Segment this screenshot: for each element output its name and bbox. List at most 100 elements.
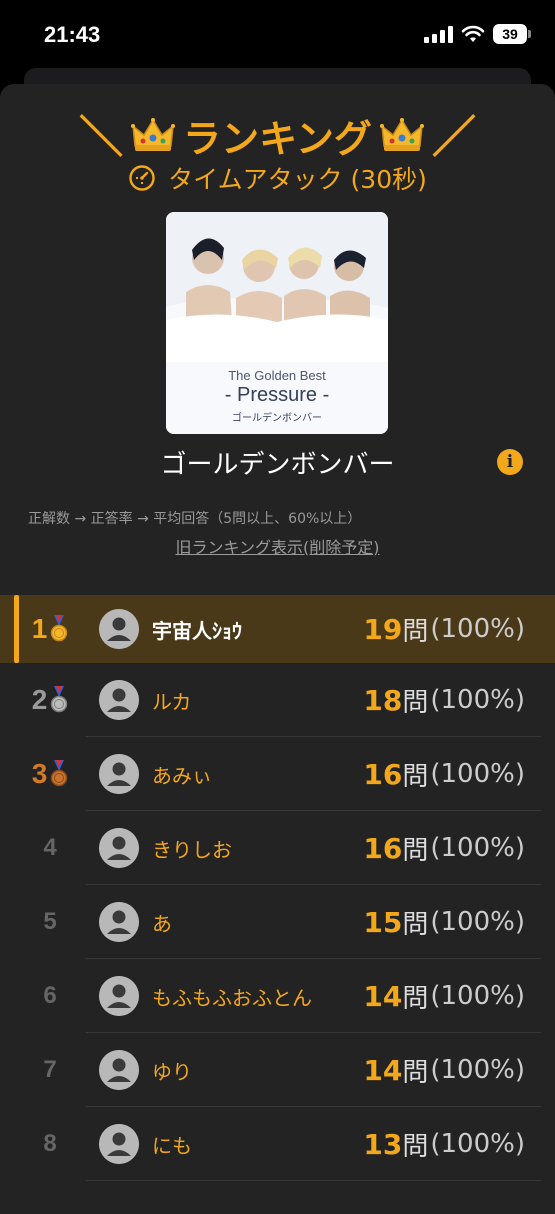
rank-value: 3 — [31, 758, 48, 789]
rank-number: 1 — [26, 595, 74, 663]
rank-value: 2 — [31, 684, 48, 715]
wifi-icon — [461, 25, 485, 42]
player-name: きりしお — [152, 837, 232, 862]
avatar — [99, 976, 139, 1016]
player-score: 15 問 (100%) — [363, 885, 525, 959]
avatar — [99, 609, 139, 649]
score-percentage: (100%) — [430, 1055, 525, 1085]
user-icon — [99, 902, 139, 942]
rank-number: 8 — [26, 1107, 74, 1181]
score-value: 14 — [363, 1053, 403, 1087]
title-text: ランキング — [183, 116, 372, 161]
album-cover: The Golden Best - Pressure - ゴールデンボンバー — [166, 212, 388, 434]
highlight-bar — [14, 595, 19, 663]
player-score: 16 問 (100%) — [363, 811, 525, 885]
user-icon — [99, 754, 139, 794]
user-icon — [99, 680, 139, 720]
score-value: 16 — [363, 757, 403, 791]
player-score: 13 問 (100%) — [363, 1107, 525, 1181]
mode-subtitle: タイムアタック (30秒) — [0, 160, 555, 196]
player-score: 14 問 (100%) — [363, 1033, 525, 1107]
player-name: にも — [152, 1133, 192, 1158]
avatar — [99, 754, 139, 794]
avatar — [99, 902, 139, 942]
ranking-row[interactable]: 7 ゆり 14 問 (100%) — [0, 1033, 555, 1107]
score-value: 18 — [363, 683, 403, 717]
score-value: 15 — [363, 905, 403, 939]
score-unit: 問 — [402, 983, 429, 1014]
rank-number: 5 — [26, 885, 74, 959]
signal-icon — [424, 25, 453, 43]
user-icon — [99, 609, 139, 649]
score-unit: 問 — [402, 687, 429, 718]
album-artist-line: ゴールデンボンバー — [232, 413, 322, 424]
ranking-row[interactable]: 4 きりしお 16 問 (100%) — [0, 811, 555, 885]
status-bar: 21:43 39 — [0, 0, 555, 70]
player-score: 18 問 (100%) — [363, 663, 525, 737]
player-score: 14 問 (100%) — [363, 959, 525, 1033]
player-score: 16 問 (100%) — [363, 737, 525, 811]
bronze-medal-icon — [51, 760, 68, 787]
ranking-list: 1 宇宙人ｼｮｳ 19 問 (100%) 2 ルカ 18 問 (100%) 3 あみぃ 16 問 (100%… — [0, 595, 555, 1181]
rank-value: 8 — [43, 1130, 57, 1157]
title-slash-right: ／ — [431, 112, 476, 163]
row-divider — [86, 1180, 541, 1181]
player-name: ルカ — [152, 689, 192, 714]
score-percentage: (100%) — [430, 1129, 525, 1159]
score-percentage: (100%) — [430, 981, 525, 1011]
rank-number: 4 — [26, 811, 74, 885]
rank-number: 2 — [26, 663, 74, 737]
score-unit: 問 — [402, 909, 429, 940]
player-name: ゆり — [152, 1059, 192, 1084]
subtitle-text: タイムアタック (30秒) — [168, 165, 427, 194]
score-percentage: (100%) — [430, 833, 525, 863]
old-ranking-link[interactable]: 旧ランキング表示(削除予定) — [0, 534, 555, 558]
score-unit: 問 — [402, 1131, 429, 1162]
album-title-line2: - Pressure - — [224, 384, 330, 406]
status-time: 21:43 — [44, 22, 101, 47]
status-icons: 39 — [424, 24, 531, 44]
timer-icon — [129, 165, 155, 191]
rank-value: 5 — [43, 908, 57, 935]
ranking-row[interactable]: 2 ルカ 18 問 (100%) — [0, 663, 555, 737]
rank-value: 1 — [31, 613, 48, 644]
rank-number: 7 — [26, 1033, 74, 1107]
player-name: もふもふおふとん — [152, 985, 312, 1010]
rank-value: 4 — [43, 834, 57, 861]
info-button[interactable]: i — [497, 449, 523, 475]
score-value: 14 — [363, 979, 403, 1013]
avatar — [99, 1124, 139, 1164]
battery-icon: 39 — [493, 24, 531, 44]
score-unit: 問 — [402, 616, 429, 647]
rank-number: 3 — [26, 737, 74, 811]
score-percentage: (100%) — [430, 685, 525, 715]
score-value: 19 — [363, 612, 403, 646]
ranking-row[interactable]: 3 あみぃ 16 問 (100%) — [0, 737, 555, 811]
info-icon: i — [506, 452, 514, 472]
rank-number: 6 — [26, 959, 74, 1033]
score-value: 13 — [363, 1127, 403, 1161]
silver-medal-icon — [51, 686, 68, 713]
rank-value: 6 — [43, 982, 57, 1009]
score-unit: 問 — [402, 761, 429, 792]
score-unit: 問 — [402, 1057, 429, 1088]
player-name: あみぃ — [152, 763, 212, 788]
crown-icon — [131, 118, 176, 151]
player-score: 19 問 (100%) — [363, 595, 525, 663]
album-title-line1: The Golden Best — [228, 368, 326, 383]
score-value: 16 — [363, 831, 403, 865]
player-name: 宇宙人ｼｮｳ — [152, 618, 242, 643]
gold-medal-icon — [51, 615, 68, 642]
ranking-row[interactable]: 1 宇宙人ｼｮｳ 19 問 (100%) — [0, 595, 555, 663]
ranking-row[interactable]: 8 にも 13 問 (100%) — [0, 1107, 555, 1181]
player-name: あ — [152, 911, 172, 936]
ranking-row[interactable]: 5 あ 15 問 (100%) — [0, 885, 555, 959]
crown-icon — [379, 118, 424, 151]
rank-value: 7 — [43, 1056, 57, 1083]
user-icon — [99, 976, 139, 1016]
title-slash-left: ＼ — [79, 112, 124, 163]
score-percentage: (100%) — [430, 614, 525, 644]
ranking-criteria: 正解数 → 正答率 → 平均回答（5問以上、60%以上） — [28, 511, 362, 527]
user-icon — [99, 828, 139, 868]
ranking-row[interactable]: 6 もふもふおふとん 14 問 (100%) — [0, 959, 555, 1033]
